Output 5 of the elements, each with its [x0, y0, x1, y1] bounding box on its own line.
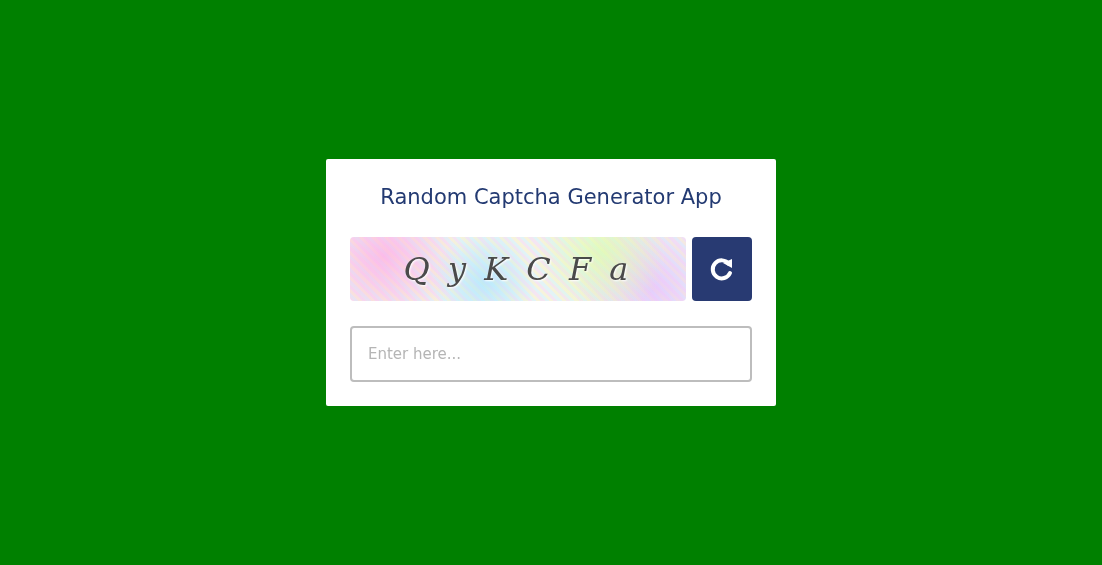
app-title: Random Captcha Generator App — [379, 185, 723, 209]
captcha-input-field[interactable]: Enter here... — [350, 326, 752, 382]
refresh-button[interactable] — [692, 237, 752, 301]
captcha-text: Q y K C F a — [350, 237, 686, 301]
refresh-icon — [709, 256, 735, 282]
